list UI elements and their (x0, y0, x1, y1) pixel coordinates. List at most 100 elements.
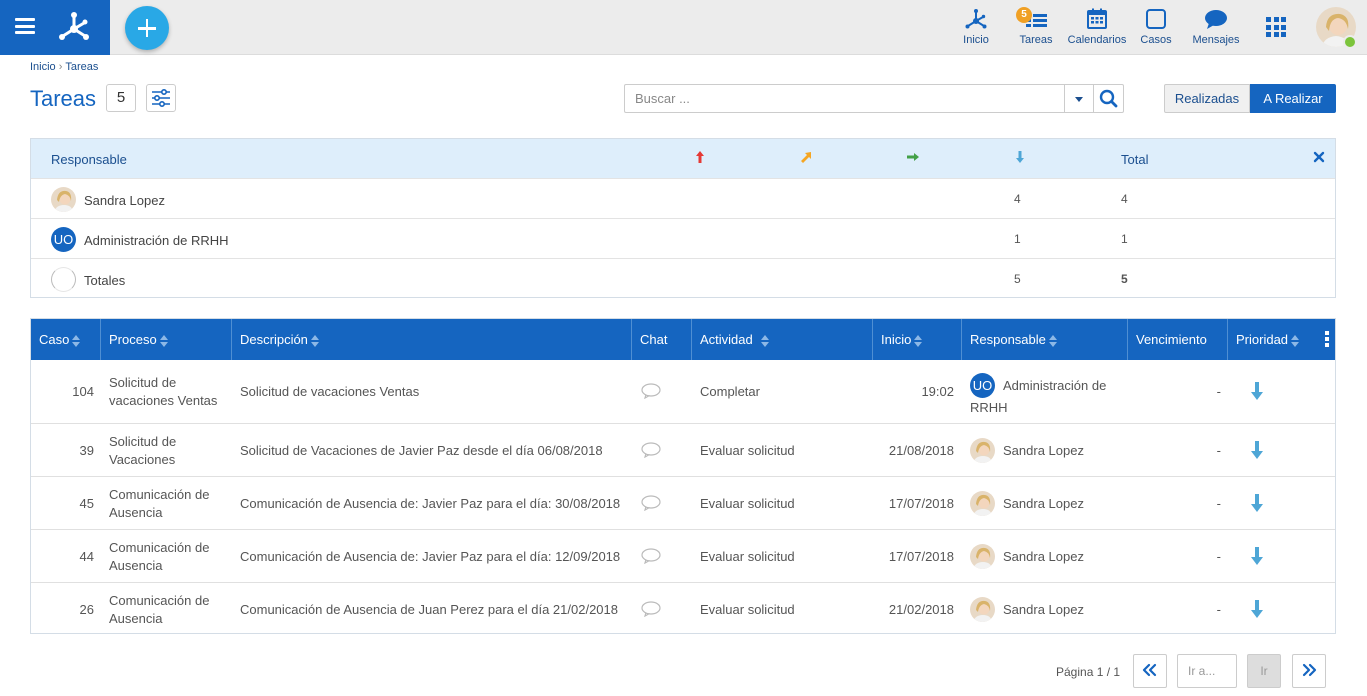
cell-due: - (1216, 495, 1221, 511)
grid-header: Caso Proceso Descripción Chat Actividad … (31, 319, 1335, 360)
nav-calendars[interactable]: Calendarios (1066, 0, 1128, 55)
cell-description: Solicitud de Vacaciones de Javier Paz de… (240, 442, 603, 458)
col-header-priority[interactable]: Prioridad (1228, 319, 1337, 360)
cell-due: - (1216, 383, 1221, 399)
breadcrumb-separator: › (58, 61, 63, 73)
chat-bubble-icon[interactable] (641, 547, 661, 564)
column-menu-icon[interactable] (1325, 331, 1329, 347)
cell-case: 104 (72, 383, 94, 399)
cell-start: 17/07/2018 (888, 495, 954, 511)
hamburger-menu-icon[interactable] (15, 18, 35, 34)
table-row[interactable]: 26 Comunicación de Ausencia Comunicación d… (31, 582, 1335, 635)
cell-start: 19:02 (921, 383, 954, 399)
double-chevron-right-icon (1302, 663, 1317, 677)
summary-totals-row: Totales 5 5 (31, 258, 1335, 298)
cell-activity: Evaluar solicitud (700, 495, 795, 511)
cell-case: 26 (79, 601, 94, 617)
first-page-button[interactable] (1133, 654, 1167, 688)
cell-case: 44 (79, 548, 94, 564)
breadcrumb: Inicio › Tareas (30, 61, 98, 73)
page-title: Tareas (30, 86, 97, 111)
nav-home[interactable]: Inicio (954, 0, 998, 55)
chat-icon (1205, 10, 1227, 29)
cell-process: Solicitud de Vacaciones (109, 433, 177, 467)
breadcrumb-home[interactable]: Inicio (30, 61, 56, 73)
summary-name: Sandra Lopez (84, 193, 165, 208)
col-header-start[interactable]: Inicio (873, 319, 962, 360)
cell-description: Comunicación de Ausencia de: Javier Paz … (240, 548, 621, 564)
cell-due: - (1216, 601, 1221, 617)
apps-grid-icon[interactable] (1266, 17, 1286, 37)
priority-low-arrow-icon (1251, 440, 1263, 459)
sort-icon (760, 334, 769, 347)
cell-activity: Evaluar solicitud (700, 601, 795, 617)
sort-icon (310, 334, 319, 347)
cases-icon (1146, 9, 1166, 29)
col-header-due: Vencimiento (1128, 319, 1228, 360)
cell-responsible: Sandra Lopez (1003, 601, 1084, 617)
cell-start: 21/02/2018 (888, 601, 954, 617)
chat-bubble-icon[interactable] (641, 441, 661, 458)
double-chevron-left-icon (1142, 663, 1157, 677)
chat-bubble-icon[interactable] (641, 600, 661, 617)
col-header-process[interactable]: Proceso (101, 319, 232, 360)
priority-low-arrow-icon (1016, 151, 1024, 163)
nav-tasks-label: Tareas (1019, 34, 1053, 46)
home-network-icon (965, 9, 987, 29)
col-header-case[interactable]: Caso (31, 319, 101, 360)
col-header-description[interactable]: Descripción (232, 319, 632, 360)
chat-bubble-icon[interactable] (641, 494, 661, 511)
cell-activity: Evaluar solicitud (700, 442, 795, 458)
search-button[interactable] (1093, 84, 1124, 113)
summary-row[interactable]: Sandra Lopez 4 4 (31, 178, 1335, 218)
table-row[interactable]: 39 Solicitud de Vacaciones Solicitud de Va… (31, 423, 1335, 476)
cell-start: 21/08/2018 (888, 442, 954, 458)
done-tasks-button[interactable]: Realizadas (1164, 84, 1250, 113)
close-icon[interactable] (1313, 151, 1325, 163)
search-dropdown-toggle[interactable] (1064, 84, 1094, 113)
table-row[interactable]: 44 Comunicación de Ausencia Comunicación d… (31, 529, 1335, 582)
search-input[interactable] (624, 84, 1065, 113)
tasks-grid: Caso Proceso Descripción Chat Actividad … (30, 318, 1336, 634)
nav-calendars-label: Calendarios (1067, 34, 1127, 46)
sort-icon (159, 334, 168, 347)
priority-low-arrow-icon (1251, 493, 1263, 512)
col-header-responsible[interactable]: Responsable (962, 319, 1128, 360)
add-new-button[interactable] (125, 6, 169, 50)
nav-cases[interactable]: Casos (1136, 0, 1176, 55)
calendar-icon (1087, 8, 1107, 29)
totals-placeholder-icon (51, 267, 76, 292)
priority-medium-arrow-icon (801, 152, 811, 163)
table-row[interactable]: 45 Comunicación de Ausencia Comunicación d… (31, 476, 1335, 529)
nav-home-label: Inicio (963, 34, 989, 46)
sort-icon (914, 334, 923, 347)
cell-activity: Completar (700, 383, 760, 399)
breadcrumb-current[interactable]: Tareas (65, 61, 98, 73)
cell-description: Solicitud de vacaciones Ventas (240, 383, 420, 399)
cell-case: 39 (79, 442, 94, 458)
cell-process: Comunicación de Ausencia (109, 539, 210, 573)
app-logo[interactable] (56, 9, 92, 45)
cell-case: 45 (79, 495, 94, 511)
priority-normal-arrow-icon (907, 153, 919, 161)
sort-icon (1291, 334, 1300, 347)
table-row[interactable]: 104 Solicitud de vacaciones Ventas Solicit… (31, 360, 1335, 423)
sliders-icon (152, 89, 170, 107)
goto-page-button[interactable]: Ir (1247, 654, 1281, 688)
summary-total-count: 5 (1121, 272, 1128, 286)
summary-row[interactable]: UO Administración de RRHH 1 1 (31, 218, 1335, 258)
pending-tasks-button[interactable]: A Realizar (1250, 84, 1336, 113)
avatar (51, 187, 76, 212)
summary-name: Administración de RRHH (84, 233, 229, 248)
nav-messages[interactable]: Mensajes (1190, 0, 1242, 55)
cell-responsible: Sandra Lopez (1003, 442, 1084, 458)
filter-settings-button[interactable] (146, 84, 176, 112)
col-header-activity[interactable]: Actividad (692, 319, 873, 360)
last-page-button[interactable] (1292, 654, 1326, 688)
brand-area (0, 0, 110, 55)
summary-col-total: Total (1121, 152, 1149, 167)
summary-name: Totales (84, 273, 126, 288)
goto-page-input[interactable] (1177, 654, 1237, 688)
summary-col-responsible: Responsable (51, 152, 127, 167)
chat-bubble-icon[interactable] (641, 382, 661, 399)
